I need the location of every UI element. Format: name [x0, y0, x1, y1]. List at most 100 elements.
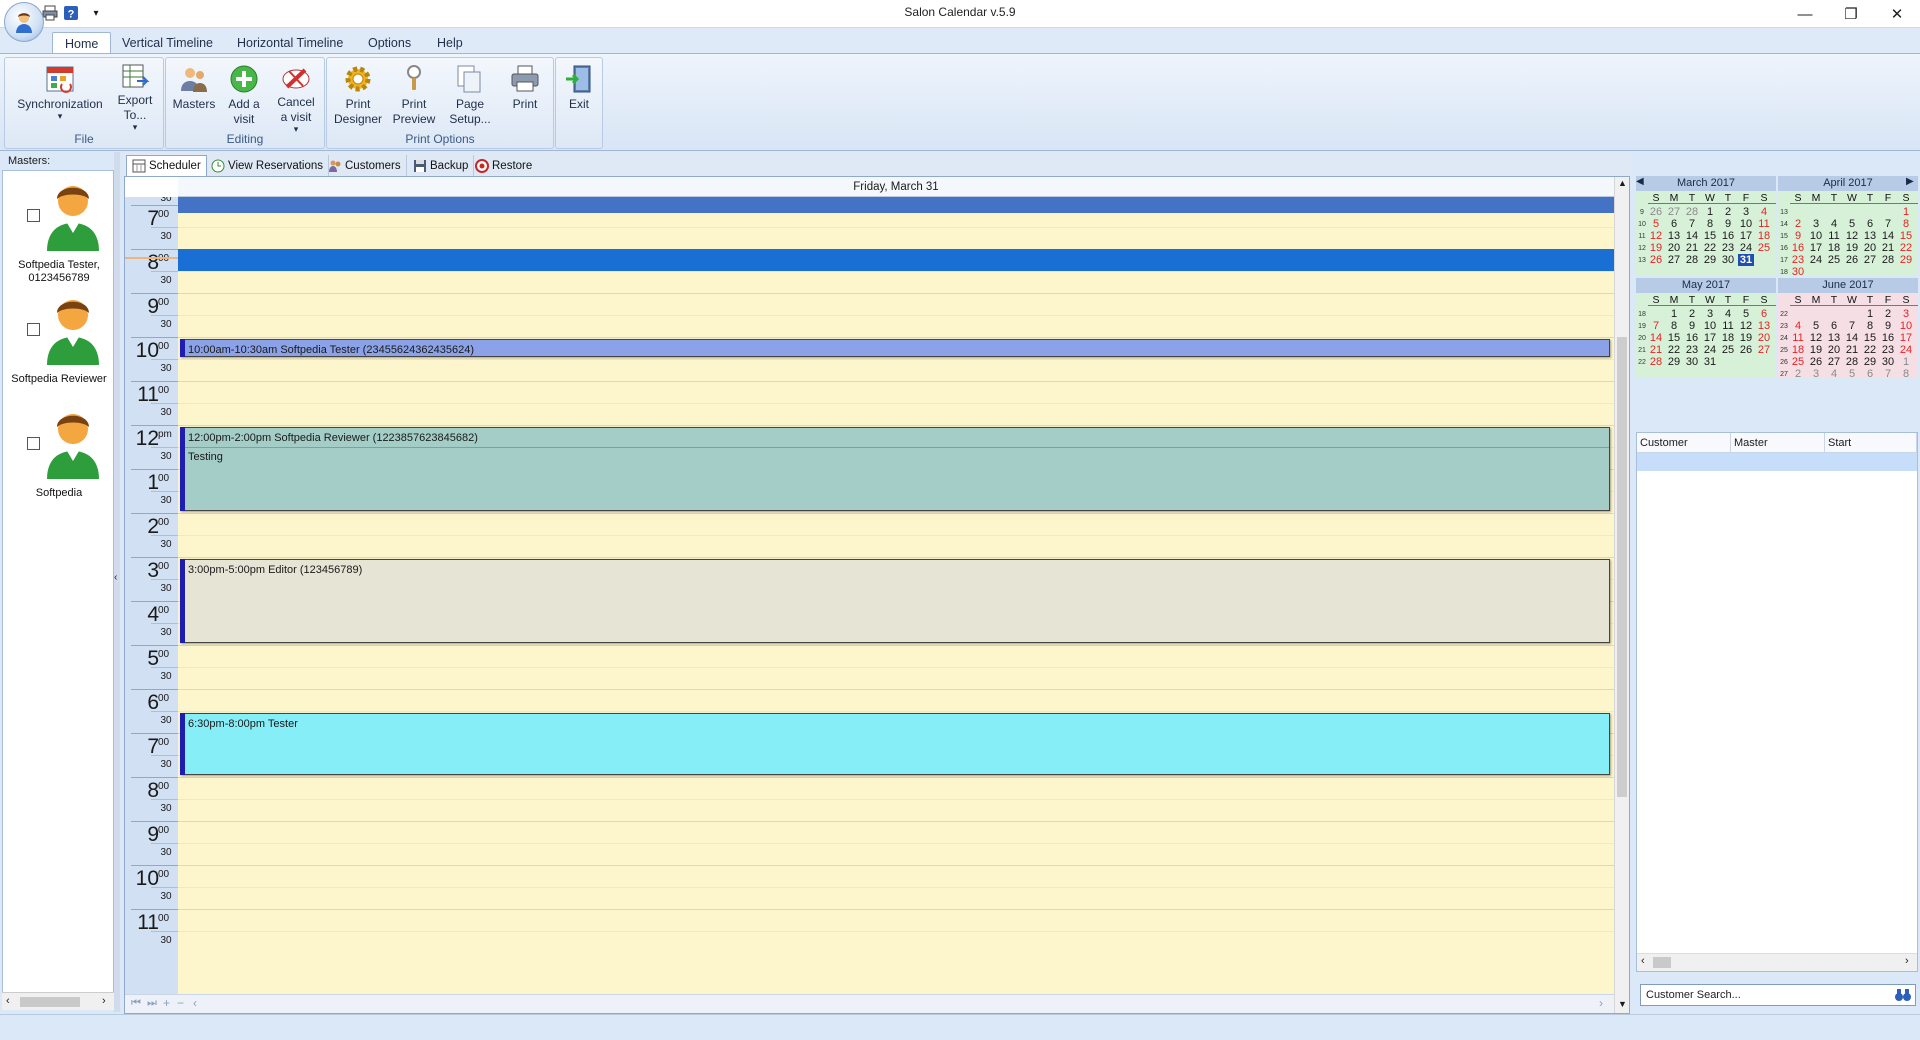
day-header[interactable]: Friday, March 31: [178, 177, 1614, 197]
next-month-icon[interactable]: ▶: [1906, 176, 1914, 187]
close-button[interactable]: ✕: [1874, 0, 1920, 28]
calendar-day[interactable]: 6: [1862, 368, 1878, 380]
grid-new-row[interactable]: [1637, 453, 1917, 471]
appointment[interactable]: 12:00pm-2:00pm Softpedia Reviewer (12238…: [180, 427, 1610, 511]
calendar-day[interactable]: 12: [1844, 230, 1860, 242]
calendar-day[interactable]: 28: [1648, 356, 1664, 368]
calendar-day[interactable]: 13: [1826, 332, 1842, 344]
calendar-day[interactable]: 7: [1880, 218, 1896, 230]
calendar-day[interactable]: 26: [1738, 344, 1754, 356]
scroll-left-icon[interactable]: ‹: [193, 996, 197, 1010]
export-button[interactable]: Export To... ▾: [109, 62, 161, 132]
calendar-day[interactable]: 21: [1844, 344, 1860, 356]
last-record-icon[interactable]: ⏭: [147, 997, 157, 1010]
scroll-thumb[interactable]: [1617, 337, 1627, 797]
column-header-master[interactable]: Master: [1731, 433, 1825, 453]
calendar-day[interactable]: 22: [1666, 344, 1682, 356]
calendar-day[interactable]: 16: [1684, 332, 1700, 344]
calendar-day[interactable]: 5: [1808, 320, 1824, 332]
exit-button[interactable]: Exit: [558, 62, 600, 132]
calendar-day[interactable]: 21: [1648, 344, 1664, 356]
tab-scheduler[interactable]: Scheduler: [126, 155, 207, 176]
month-title[interactable]: March 2017: [1636, 176, 1776, 191]
calendar-day[interactable]: 14: [1844, 332, 1860, 344]
month-title[interactable]: June 2017: [1778, 278, 1918, 293]
calendar-day[interactable]: 13: [1666, 230, 1682, 242]
calendar-day[interactable]: 20: [1666, 242, 1682, 254]
calendar-day[interactable]: 25: [1720, 344, 1736, 356]
calendar-day[interactable]: 28: [1684, 206, 1700, 218]
masters-horizontal-scrollbar[interactable]: ‹ ›: [2, 992, 114, 1010]
calendar-day[interactable]: 10: [1808, 230, 1824, 242]
calendar-day[interactable]: 18: [1720, 332, 1736, 344]
customer-grid-hscrollbar[interactable]: ‹ ›: [1637, 953, 1917, 971]
calendar-day[interactable]: 27: [1666, 206, 1682, 218]
calendar-day[interactable]: 2: [1790, 368, 1806, 380]
calendar-day[interactable]: 29: [1666, 356, 1682, 368]
calendar-day[interactable]: 15: [1862, 332, 1878, 344]
calendar-day[interactable]: 27: [1862, 254, 1878, 266]
calendar-day[interactable]: 27: [1826, 356, 1842, 368]
calendar-day[interactable]: 1: [1862, 308, 1878, 320]
calendar-day[interactable]: 25: [1790, 356, 1806, 368]
calendar-day[interactable]: 27: [1666, 254, 1682, 266]
cancel-visit-button[interactable]: Cancel a visit ▾: [270, 62, 322, 134]
calendar-day[interactable]: 7: [1684, 218, 1700, 230]
calendar-day[interactable]: 19: [1808, 344, 1824, 356]
scheduler-vertical-scrollbar[interactable]: ▲ ▼: [1614, 177, 1629, 1013]
calendar-day[interactable]: 26: [1648, 206, 1664, 218]
calendar-day[interactable]: 23: [1720, 242, 1736, 254]
calendar-day[interactable]: 31: [1738, 254, 1754, 266]
calendar-day[interactable]: 10: [1702, 320, 1718, 332]
scroll-thumb[interactable]: [1653, 957, 1671, 968]
all-day-area[interactable]: [178, 197, 1614, 213]
calendar-day[interactable]: 18: [1826, 242, 1842, 254]
calendar-day[interactable]: 3: [1898, 308, 1914, 320]
calendar-day[interactable]: 9: [1684, 320, 1700, 332]
month-title[interactable]: April 2017: [1778, 176, 1918, 191]
calendar-day[interactable]: 10: [1738, 218, 1754, 230]
month-title[interactable]: May 2017: [1636, 278, 1776, 293]
calendar-day[interactable]: 7: [1648, 320, 1664, 332]
calendar-day[interactable]: 2: [1720, 206, 1736, 218]
calendar-day[interactable]: 9: [1790, 230, 1806, 242]
calendar-day[interactable]: 13: [1862, 230, 1878, 242]
calendar-day[interactable]: 4: [1756, 206, 1772, 218]
tab-horizontal-timeline[interactable]: Horizontal Timeline: [225, 32, 355, 54]
tab-restore[interactable]: Restore: [470, 155, 537, 176]
calendar-day[interactable]: 11: [1756, 218, 1772, 230]
calendar-day[interactable]: 1: [1666, 308, 1682, 320]
calendar-day[interactable]: 22: [1862, 344, 1878, 356]
column-header-customer[interactable]: Customer: [1637, 433, 1731, 453]
master-item[interactable]: Softpedia Tester, 0123456789: [3, 175, 113, 287]
calendar-day[interactable]: 16: [1790, 242, 1806, 254]
calendar-day[interactable]: 28: [1684, 254, 1700, 266]
print-designer-button[interactable]: Print Designer: [331, 62, 385, 132]
tab-vertical-timeline[interactable]: Vertical Timeline: [110, 32, 225, 54]
calendar-day[interactable]: 4: [1720, 308, 1736, 320]
calendar-day[interactable]: 2: [1790, 218, 1806, 230]
calendar-day[interactable]: 20: [1862, 242, 1878, 254]
calendar-day[interactable]: 9: [1880, 320, 1896, 332]
add-visit-button[interactable]: Add a visit: [220, 62, 268, 132]
calendar-day[interactable]: 16: [1880, 332, 1896, 344]
calendar-day[interactable]: 3: [1808, 368, 1824, 380]
calendar-day[interactable]: 29: [1702, 254, 1718, 266]
remove-record-icon[interactable]: −: [177, 996, 184, 1010]
calendar-day[interactable]: 27: [1756, 344, 1772, 356]
calendar-day[interactable]: 16: [1720, 230, 1736, 242]
calendar-day[interactable]: 19: [1844, 242, 1860, 254]
calendar-day[interactable]: 9: [1720, 218, 1736, 230]
calendar-day[interactable]: 23: [1790, 254, 1806, 266]
calendar-day[interactable]: 8: [1666, 320, 1682, 332]
calendar-day[interactable]: 25: [1826, 254, 1842, 266]
calendar-day[interactable]: 30: [1684, 356, 1700, 368]
app-menu-button[interactable]: [4, 2, 44, 42]
page-setup-button[interactable]: Page Setup...: [443, 62, 497, 132]
calendar-day[interactable]: 3: [1808, 218, 1824, 230]
appointment[interactable]: 3:00pm-5:00pm Editor (123456789): [180, 559, 1610, 643]
calendar-day[interactable]: 15: [1666, 332, 1682, 344]
calendar-day[interactable]: 18: [1790, 344, 1806, 356]
pane-splitter[interactable]: ‹: [114, 152, 120, 1012]
calendar-day[interactable]: 15: [1898, 230, 1914, 242]
